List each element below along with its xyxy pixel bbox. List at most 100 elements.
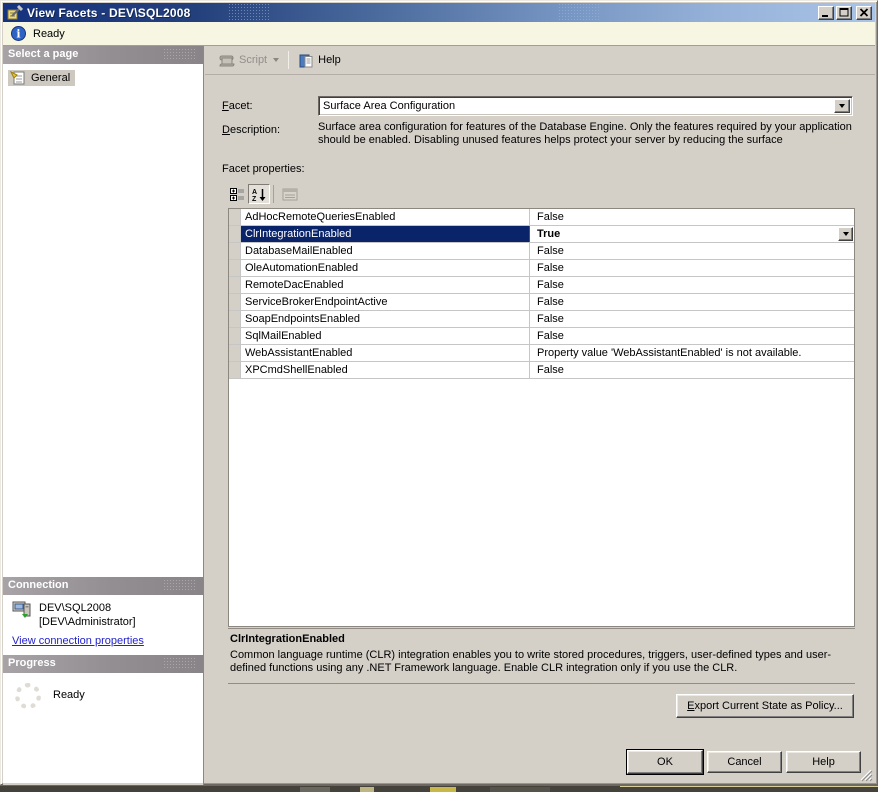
toolbar: Script Help bbox=[205, 46, 875, 75]
row-gutter bbox=[229, 260, 241, 276]
property-row[interactable]: OleAutomationEnabled False bbox=[229, 260, 854, 277]
row-gutter bbox=[229, 345, 241, 361]
background-detail bbox=[360, 787, 374, 792]
property-pages-button[interactable] bbox=[279, 184, 301, 204]
categorized-button[interactable] bbox=[226, 184, 248, 204]
property-name: OleAutomationEnabled bbox=[241, 260, 530, 276]
detail-text: Common language runtime (CLR) integratio… bbox=[230, 649, 832, 674]
minimize-button[interactable] bbox=[818, 5, 834, 20]
script-button[interactable]: Script bbox=[214, 49, 284, 71]
help-icon bbox=[299, 54, 313, 67]
row-gutter bbox=[229, 226, 241, 242]
progress-status: Ready bbox=[53, 689, 85, 701]
property-value: False bbox=[537, 330, 564, 342]
property-value: False bbox=[537, 296, 564, 308]
close-button[interactable] bbox=[856, 5, 872, 20]
window-title: View Facets - DEV\SQL2008 bbox=[27, 5, 191, 20]
toolbar-separator bbox=[273, 185, 274, 203]
general-page-icon bbox=[10, 71, 25, 85]
sidebar: Select a page General Connection DEV\SQL… bbox=[3, 46, 204, 785]
facet-label: Facet: bbox=[222, 100, 253, 112]
facet-app-icon bbox=[7, 5, 23, 20]
property-row[interactable]: ClrIntegrationEnabled True bbox=[229, 226, 854, 243]
script-label: Script bbox=[239, 54, 268, 66]
property-name: SoapEndpointsEnabled bbox=[241, 311, 530, 327]
property-name: ClrIntegrationEnabled bbox=[241, 226, 530, 242]
connection-account: [DEV\Administrator] bbox=[39, 616, 136, 628]
property-row[interactable]: SoapEndpointsEnabled False bbox=[229, 311, 854, 328]
facet-properties-label: Facet properties: bbox=[222, 163, 305, 175]
connection-header: Connection bbox=[3, 577, 203, 595]
sidebar-item-label: General bbox=[31, 72, 71, 84]
row-gutter bbox=[229, 277, 241, 293]
connection-panel: DEV\SQL2008 [DEV\Administrator] View con… bbox=[3, 595, 203, 655]
property-row[interactable]: ServiceBrokerEndpointActive False bbox=[229, 294, 854, 311]
facet-dropdown-button[interactable] bbox=[834, 99, 850, 113]
background-detail bbox=[490, 787, 550, 792]
progress-panel: Ready bbox=[3, 673, 203, 783]
facet-description: Surface area configuration for features … bbox=[318, 121, 852, 146]
export-current-state-button[interactable]: Export Current State as Policy... bbox=[676, 694, 854, 718]
ok-button[interactable]: OK bbox=[626, 749, 704, 775]
property-value: True bbox=[530, 226, 854, 242]
alphabetical-sort-icon: A Z bbox=[252, 188, 265, 201]
property-value: False bbox=[537, 262, 564, 274]
view-connection-properties-link[interactable]: View connection properties bbox=[12, 635, 144, 647]
svg-text:Z: Z bbox=[252, 196, 257, 201]
facet-selected-value: Surface Area Configuration bbox=[323, 100, 456, 112]
cancel-button[interactable]: Cancel bbox=[707, 751, 782, 773]
description-label: Description: bbox=[222, 124, 281, 136]
background-detail bbox=[300, 787, 330, 792]
help-toolbar-label: Help bbox=[318, 54, 341, 66]
property-name: RemoteDacEnabled bbox=[241, 277, 530, 293]
property-row[interactable]: XPCmdShellEnabled False bbox=[229, 362, 854, 379]
detail-title: ClrIntegrationEnabled bbox=[230, 633, 345, 645]
maximize-icon bbox=[839, 8, 849, 17]
property-row[interactable]: WebAssistantEnabled Property value 'WebAs… bbox=[229, 345, 854, 362]
connection-server: DEV\SQL2008 bbox=[39, 602, 112, 614]
property-row[interactable]: SqlMailEnabled False bbox=[229, 328, 854, 345]
property-row[interactable]: DatabaseMailEnabled False bbox=[229, 243, 854, 260]
property-name: WebAssistantEnabled bbox=[241, 345, 530, 361]
property-grid-toolbar: A Z bbox=[226, 184, 301, 204]
property-row[interactable]: AdHocRemoteQueriesEnabled False bbox=[229, 209, 854, 226]
property-value: False bbox=[537, 211, 564, 223]
property-name: XPCmdShellEnabled bbox=[241, 362, 530, 378]
property-row[interactable]: RemoteDacEnabled False bbox=[229, 277, 854, 294]
row-gutter bbox=[229, 243, 241, 259]
server-icon bbox=[12, 601, 31, 618]
resize-grip[interactable] bbox=[859, 768, 873, 782]
info-icon: i bbox=[11, 26, 26, 41]
close-icon bbox=[859, 8, 869, 17]
row-gutter bbox=[229, 311, 241, 327]
status-text: Ready bbox=[33, 27, 65, 40]
svg-text:i: i bbox=[16, 28, 20, 41]
property-detail-panel: ClrIntegrationEnabled Common language ru… bbox=[228, 628, 855, 684]
background-detail bbox=[430, 787, 456, 792]
alphabetical-sort-button[interactable]: A Z bbox=[248, 184, 270, 204]
row-gutter bbox=[229, 362, 241, 378]
view-facets-dialog: View Facets - DEV\SQL2008 i Ready Select… bbox=[0, 0, 878, 792]
chevron-down-icon bbox=[842, 232, 849, 236]
property-name: AdHocRemoteQueriesEnabled bbox=[241, 209, 530, 225]
maximize-button[interactable] bbox=[836, 5, 852, 20]
background-window-strip bbox=[0, 785, 878, 792]
title-bar[interactable]: View Facets - DEV\SQL2008 bbox=[3, 3, 875, 22]
row-gutter bbox=[229, 328, 241, 344]
value-dropdown-button[interactable] bbox=[838, 227, 853, 241]
property-name: DatabaseMailEnabled bbox=[241, 243, 530, 259]
facet-property-grid[interactable]: AdHocRemoteQueriesEnabled False ClrIntegra… bbox=[228, 208, 855, 627]
chevron-down-icon bbox=[839, 104, 845, 108]
property-value: False bbox=[537, 279, 564, 291]
help-button-footer[interactable]: Help bbox=[786, 751, 861, 773]
facet-combobox[interactable]: Surface Area Configuration bbox=[318, 96, 853, 116]
property-value: False bbox=[537, 245, 564, 257]
script-dropdown-icon bbox=[273, 58, 280, 62]
property-name: ServiceBrokerEndpointActive bbox=[241, 294, 530, 310]
status-strip: i Ready bbox=[3, 22, 875, 46]
property-value: False bbox=[537, 313, 564, 325]
sidebar-item-general[interactable]: General bbox=[8, 70, 76, 86]
property-value: Property value 'WebAssistantEnabled' is … bbox=[537, 347, 802, 359]
help-button[interactable]: Help bbox=[293, 49, 346, 71]
categorized-icon bbox=[229, 187, 244, 201]
